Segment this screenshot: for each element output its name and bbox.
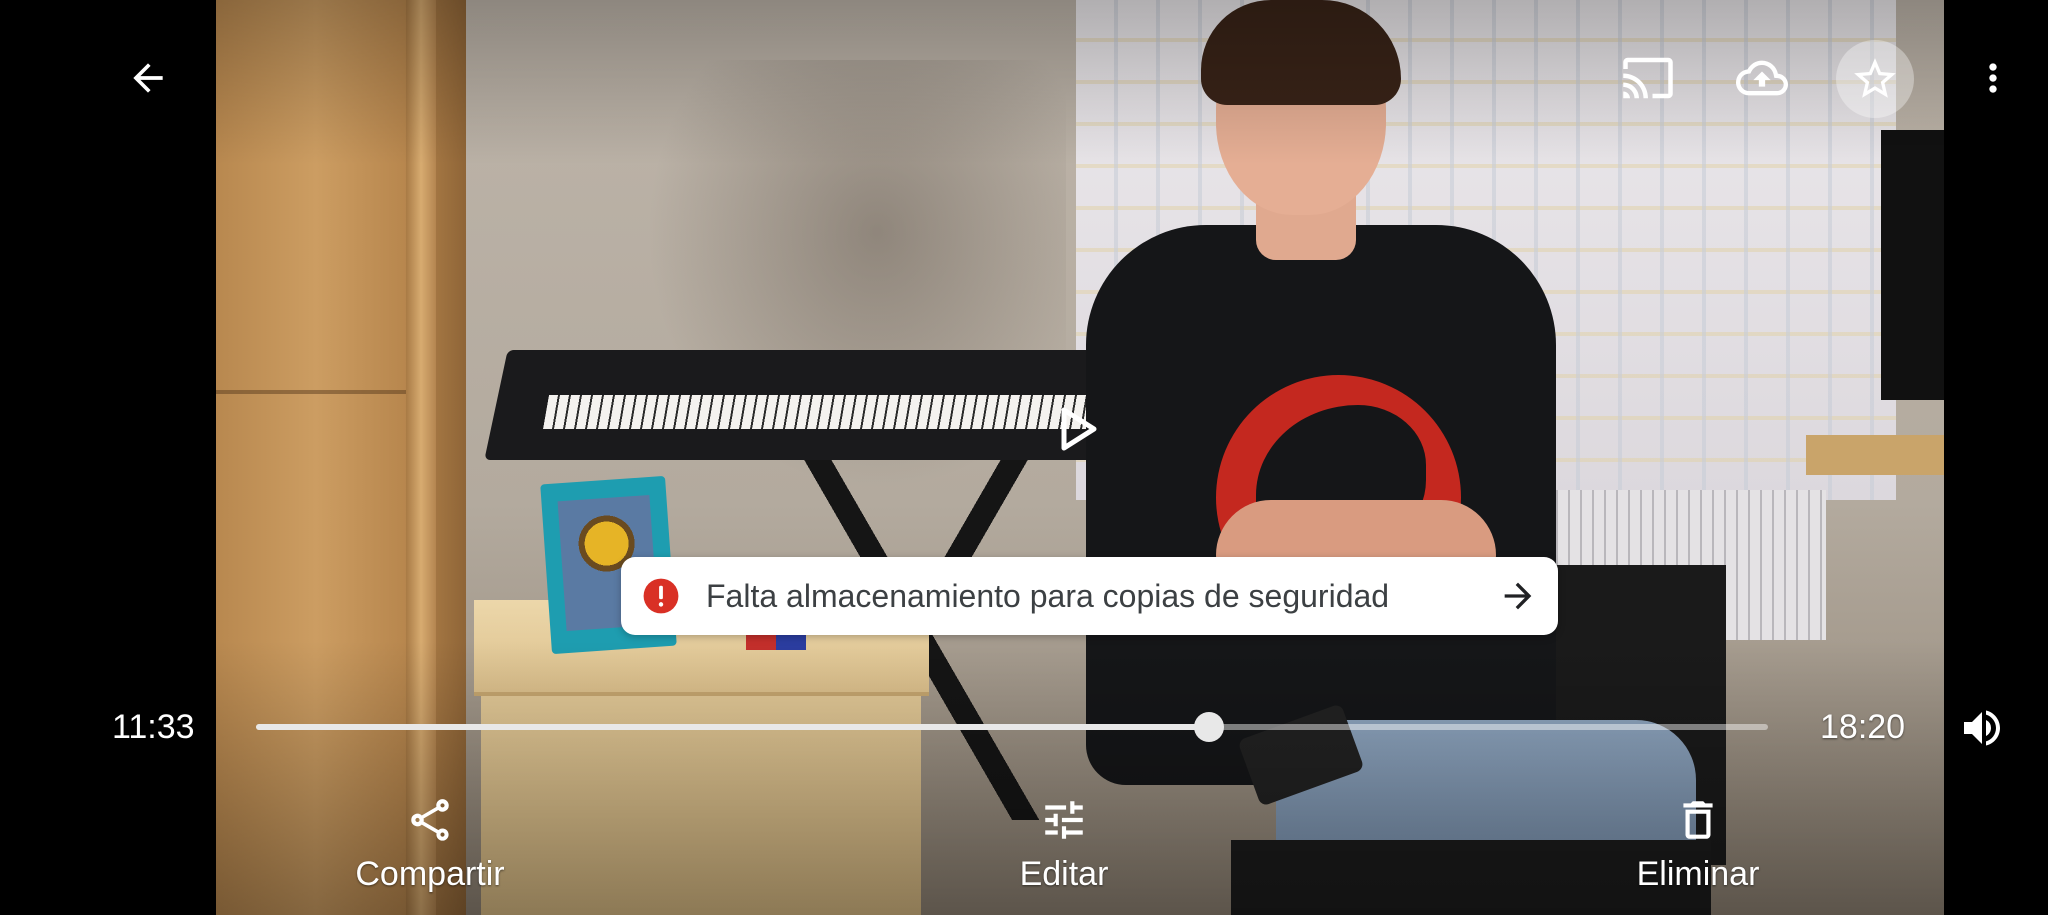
share-icon xyxy=(411,799,449,841)
delete-button[interactable]: Eliminar xyxy=(1578,795,1818,915)
seek-bar-thumb[interactable] xyxy=(1193,712,1224,742)
cloud-upload-icon xyxy=(1736,60,1788,96)
tune-icon xyxy=(1045,801,1083,839)
edit-button[interactable]: Editar xyxy=(944,795,1184,915)
seek-bar[interactable] xyxy=(256,712,1768,742)
storage-warning-snackbar[interactable]: Falta almacenamiento para copias de segu… xyxy=(621,557,1558,635)
cast-icon xyxy=(1623,57,1673,99)
total-duration: 18:20 xyxy=(1820,708,1906,746)
backup-button[interactable] xyxy=(1732,48,1792,108)
more-options-button[interactable] xyxy=(1968,48,2018,108)
share-label: Compartir xyxy=(355,855,505,893)
arrow-forward-icon[interactable] xyxy=(1498,576,1538,616)
cast-button[interactable] xyxy=(1618,48,1678,108)
back-button[interactable] xyxy=(118,48,178,108)
volume-button[interactable] xyxy=(1954,700,2010,756)
star-outline-icon xyxy=(1854,58,1896,98)
play-icon xyxy=(1061,407,1097,451)
favorite-button[interactable] xyxy=(1836,40,1914,118)
arrow-back-icon xyxy=(133,63,163,93)
snackbar-message: Falta almacenamiento para copias de segu… xyxy=(706,578,1390,614)
elapsed-time: 11:33 xyxy=(112,708,195,746)
volume-up-icon xyxy=(1964,710,2000,746)
error-icon xyxy=(643,578,679,614)
delete-icon xyxy=(1683,801,1713,839)
edit-label: Editar xyxy=(1019,855,1109,893)
seek-bar-progress xyxy=(256,724,1209,730)
delete-label: Eliminar xyxy=(1636,855,1760,893)
share-button[interactable]: Compartir xyxy=(310,795,550,915)
more-vert-icon xyxy=(1989,63,1997,93)
play-button[interactable] xyxy=(1050,398,1106,460)
